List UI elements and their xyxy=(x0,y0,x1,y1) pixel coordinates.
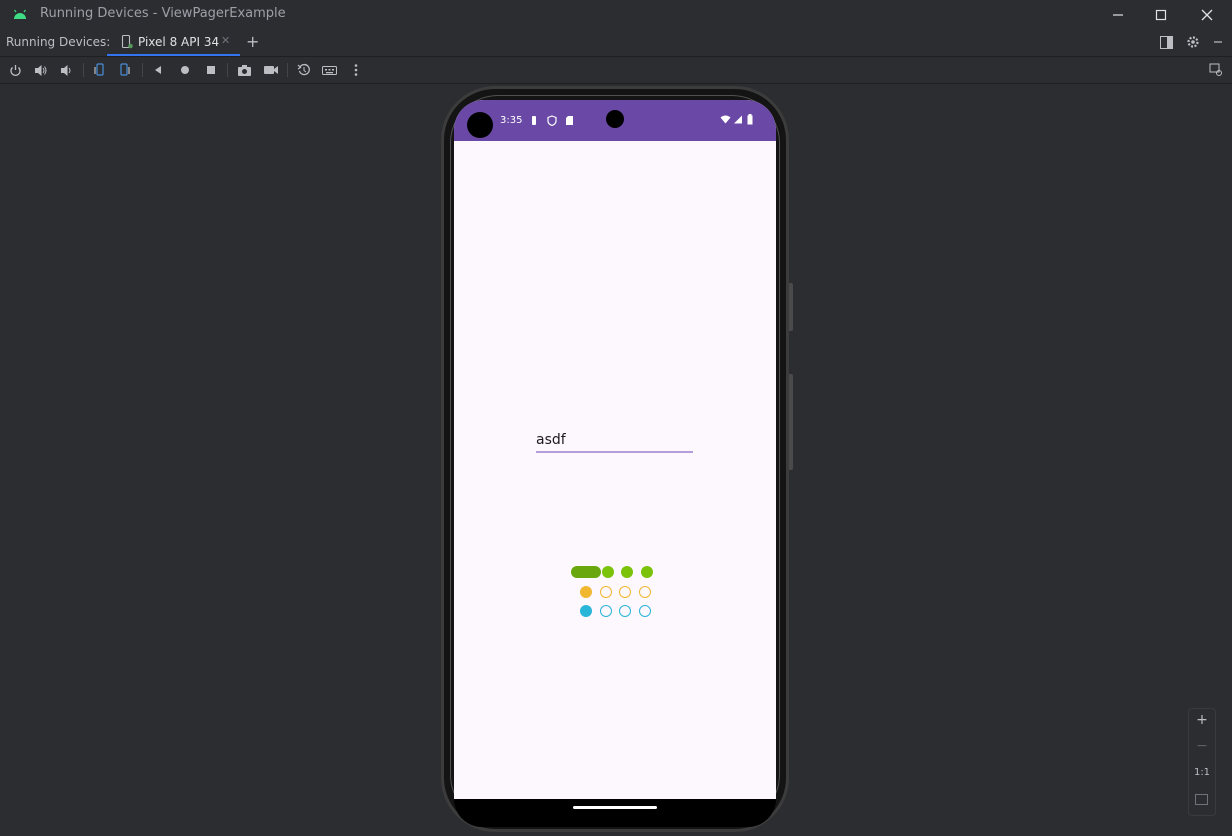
screenshot-icon xyxy=(237,64,251,76)
status-time: 3:35 xyxy=(500,115,523,126)
overview-button[interactable] xyxy=(202,61,220,79)
zoom-fit-icon[interactable] xyxy=(1195,794,1208,805)
status-bar: 3:35 xyxy=(454,100,776,141)
phone-device-icon xyxy=(121,35,133,49)
back-button[interactable] xyxy=(149,61,167,79)
tab-selected-indicator xyxy=(107,54,240,56)
close-window-button[interactable] xyxy=(1184,0,1230,30)
front-camera-icon xyxy=(467,112,493,138)
reset-icon xyxy=(297,63,310,76)
volume-up-button[interactable] xyxy=(32,61,50,79)
shield-icon xyxy=(547,115,557,126)
indicator-dot[interactable] xyxy=(619,585,631,598)
indicator-active-pill[interactable] xyxy=(571,566,601,578)
title-bar: Running Devices - ViewPagerExample xyxy=(0,0,1232,30)
zoom-out-icon[interactable]: − xyxy=(1189,738,1215,754)
zoom-controls: + − 1:1 xyxy=(1188,708,1216,816)
reset-button[interactable] xyxy=(295,61,313,79)
sd-card-icon xyxy=(566,116,573,125)
indicator-dot[interactable] xyxy=(640,566,653,578)
device-mirror-button[interactable] xyxy=(1207,61,1225,79)
gesture-handle[interactable] xyxy=(573,806,657,809)
indicator-dot-active[interactable] xyxy=(580,605,592,617)
close-icon xyxy=(1201,9,1213,21)
indicator-dot[interactable] xyxy=(619,605,631,617)
settings-gear-icon[interactable] xyxy=(1186,35,1200,49)
window-title: Running Devices - ViewPagerExample xyxy=(40,6,286,21)
android-icon xyxy=(14,9,26,19)
back-icon xyxy=(155,66,161,74)
volume-up-icon xyxy=(35,64,47,76)
edit-text-field[interactable]: asdf xyxy=(536,432,693,452)
volume-down-button[interactable] xyxy=(58,61,76,79)
indicator-dot[interactable] xyxy=(601,566,614,578)
home-icon xyxy=(181,66,189,74)
phone-volume-key[interactable] xyxy=(789,374,793,470)
volume-down-icon xyxy=(61,64,71,76)
screenshot-button[interactable] xyxy=(235,61,253,79)
tab-close-icon[interactable]: ✕ xyxy=(221,34,230,47)
rotate-left-button[interactable] xyxy=(90,61,108,79)
zoom-in-icon[interactable]: + xyxy=(1189,712,1215,728)
indicator-dot[interactable] xyxy=(599,585,612,598)
signal-icon xyxy=(734,115,742,124)
toolbar-separator xyxy=(287,63,288,77)
battery-icon xyxy=(747,114,753,125)
toolbar-separator xyxy=(142,63,143,77)
toolbar-separator xyxy=(227,63,228,77)
rotate-right-button[interactable] xyxy=(116,61,134,79)
home-button[interactable] xyxy=(176,61,194,79)
rotate-left-icon xyxy=(94,63,104,76)
more-icon xyxy=(354,64,358,76)
keyboard-icon xyxy=(322,65,337,75)
screen-record-button[interactable] xyxy=(262,61,280,79)
screen-record-icon xyxy=(264,66,278,74)
gesture-nav-bar xyxy=(454,799,776,827)
wifi-icon xyxy=(720,115,731,124)
indicator-dot[interactable] xyxy=(621,566,633,578)
indicator-dot-active[interactable] xyxy=(580,585,592,598)
minimize-button[interactable] xyxy=(1095,0,1141,30)
layout-toggle-icon[interactable] xyxy=(1160,36,1173,49)
indicator-dot[interactable] xyxy=(599,605,612,617)
punch-hole-camera-icon xyxy=(606,110,624,128)
rotate-right-icon xyxy=(120,63,130,76)
add-device-icon[interactable]: + xyxy=(246,32,259,51)
minimize-icon xyxy=(1113,14,1123,16)
zoom-actual-size-button[interactable]: 1:1 xyxy=(1189,767,1215,778)
indicator-dot[interactable] xyxy=(638,605,651,617)
more-options-button[interactable] xyxy=(347,61,365,79)
tab-pixel-8-api-34[interactable]: Pixel 8 API 34 ✕ xyxy=(107,30,240,56)
edit-text-underline xyxy=(536,451,693,453)
indicator-dot[interactable] xyxy=(638,585,651,598)
keyboard-button[interactable] xyxy=(321,61,339,79)
device-toolbar xyxy=(0,57,1232,84)
power-button[interactable] xyxy=(6,61,24,79)
maximize-button[interactable] xyxy=(1138,0,1184,30)
power-icon xyxy=(9,64,21,76)
toolbar-separator xyxy=(83,63,84,77)
notification-icon xyxy=(532,116,536,125)
device-mirror-icon xyxy=(1209,63,1222,76)
tab-label: Pixel 8 API 34 xyxy=(138,35,220,49)
device-screen[interactable]: 3:35 asdf xyxy=(454,100,776,799)
phone-power-key[interactable] xyxy=(789,283,793,331)
maximize-icon xyxy=(1155,9,1167,21)
running-devices-label: Running Devices: xyxy=(6,35,111,49)
minimize-panel-icon[interactable] xyxy=(1212,36,1224,48)
device-tab-bar: Running Devices: Pixel 8 API 34 ✕ + xyxy=(0,30,1232,57)
overview-icon xyxy=(207,66,215,74)
